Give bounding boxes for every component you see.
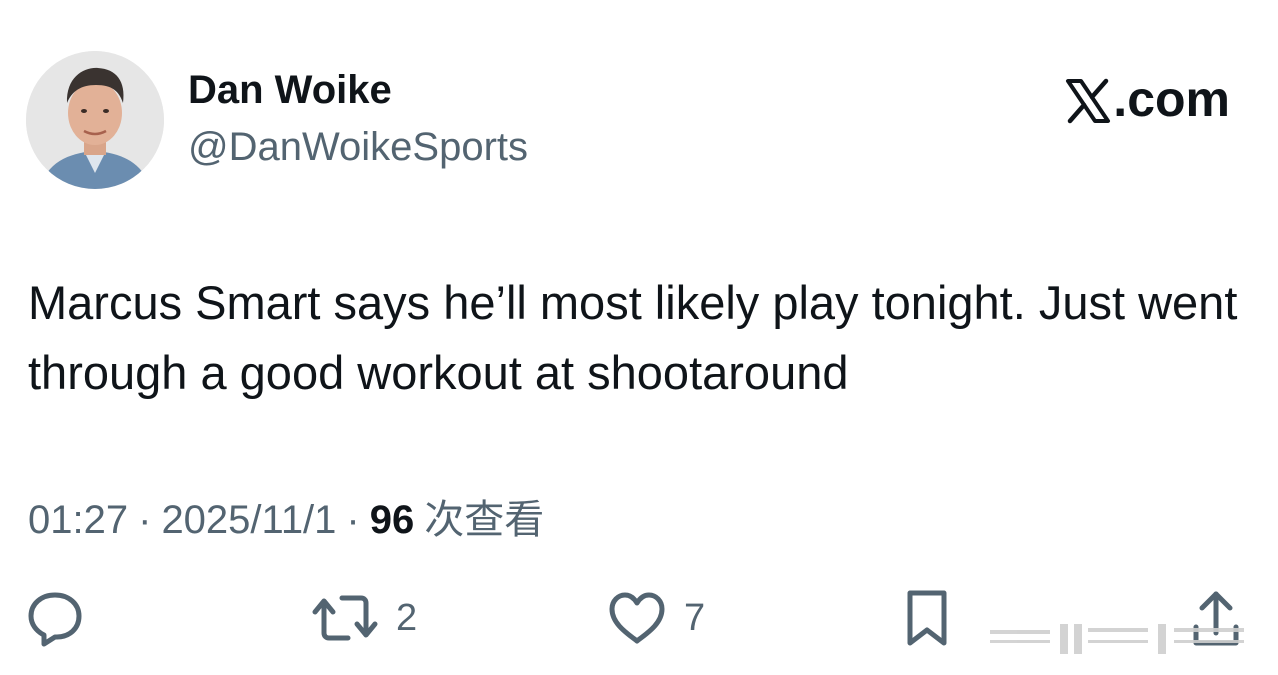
reply-icon (26, 589, 84, 647)
heart-icon (608, 591, 666, 645)
tweet-time[interactable]: 01:27 (28, 498, 128, 543)
meta-separator: · (346, 498, 360, 542)
tweet-date[interactable]: 2025/11/1 (161, 498, 336, 543)
reply-button[interactable] (26, 588, 84, 648)
retweet-count: 2 (396, 596, 418, 639)
avatar[interactable] (26, 51, 164, 189)
watermark (990, 618, 1252, 658)
x-logo-icon (1065, 78, 1111, 124)
views-label: 次查看 (424, 498, 545, 542)
author-name[interactable]: Dan Woike (188, 68, 392, 113)
views-count: 96 (369, 498, 415, 542)
tweet-meta: 01:27 · 2025/11/1 · 96 次查看 (28, 487, 544, 545)
tweet-text: Marcus Smart says he’ll most likely play… (28, 276, 1238, 399)
like-button[interactable]: 7 (608, 588, 705, 648)
site-logo: .com (1065, 70, 1230, 128)
site-logo-text: .com (1113, 71, 1230, 127)
bookmark-icon (902, 588, 952, 648)
retweet-icon (312, 589, 378, 647)
avatar-image (26, 51, 164, 189)
bookmark-button[interactable] (902, 588, 952, 648)
like-count: 7 (684, 596, 706, 639)
meta-separator: · (138, 498, 152, 542)
tweet-card: Dan Woike @DanWoikeSports .com Marcus Sm… (0, 0, 1278, 675)
author-handle[interactable]: @DanWoikeSports (188, 125, 528, 170)
retweet-button[interactable]: 2 (312, 588, 417, 648)
